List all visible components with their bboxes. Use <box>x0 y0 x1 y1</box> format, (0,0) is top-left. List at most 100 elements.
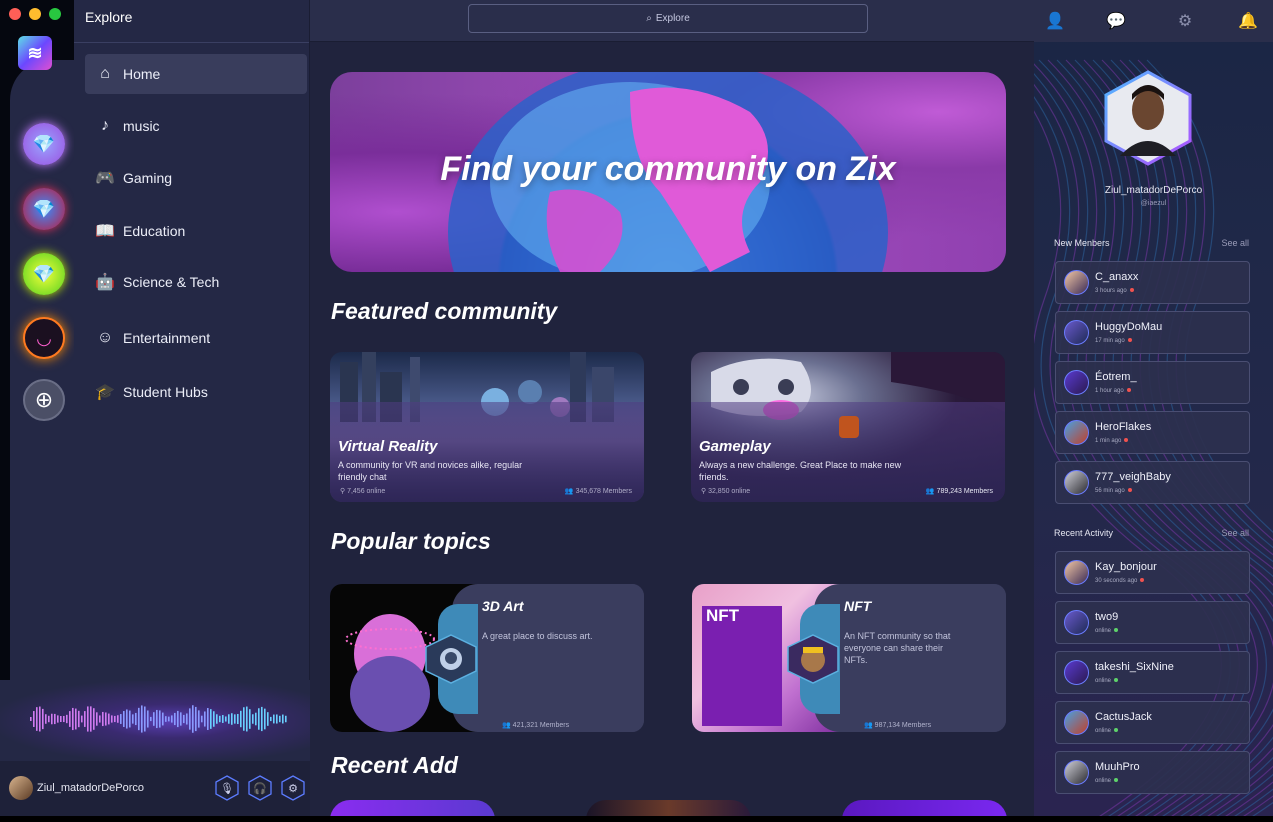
user-bar: Ziul_matadorDePorco 🎙 🎧 ⚙ <box>0 761 310 816</box>
waveform-bar <box>213 711 215 727</box>
waveform-bar <box>243 707 245 731</box>
close-window-button[interactable] <box>9 8 21 20</box>
member-avatar <box>1064 470 1089 495</box>
server-diamond-lime-icon[interactable]: 💎 <box>23 253 65 295</box>
minimize-window-button[interactable] <box>29 8 41 20</box>
user-avatar[interactable] <box>9 776 33 800</box>
sidebar-item-label: music <box>123 118 160 134</box>
member-status-text: online <box>1095 678 1112 684</box>
member-row[interactable]: C_anaxx 3 hours ago <box>1055 261 1250 304</box>
member-status-text: 30 seconds ago <box>1095 578 1138 584</box>
gamepad-icon: 🎮 <box>95 170 115 187</box>
waveform-bar <box>231 713 233 725</box>
sidebar-item-label: Entertainment <box>123 330 211 346</box>
waveform-bar <box>276 714 278 724</box>
waveform-bar <box>114 715 116 723</box>
recent-card[interactable] <box>330 800 495 816</box>
topic-panel <box>452 584 644 732</box>
member-status-text: online <box>1095 728 1112 734</box>
waveform-bar <box>282 714 284 724</box>
waveform-bar <box>66 714 68 724</box>
waveform-bar <box>216 714 218 724</box>
member-name: MuuhPro <box>1095 761 1140 773</box>
waveform-bar <box>267 712 269 726</box>
member-name: HuggyDoMau <box>1095 321 1163 333</box>
waveform-bar <box>48 715 50 723</box>
sidebar-divider <box>74 42 309 43</box>
member-status-text: 1 hour ago <box>1095 388 1124 394</box>
featured-card-gameplay[interactable]: Gameplay Always a new challenge. Great P… <box>691 352 1005 502</box>
member-row[interactable]: MuuhPro online <box>1055 751 1250 794</box>
bell-icon[interactable]: 🔔 <box>1237 10 1259 32</box>
members-count: 421,321 Members <box>512 722 570 729</box>
member-row[interactable]: 777_veighBaby 56 min ago <box>1055 461 1250 504</box>
waveform-bar <box>171 715 173 723</box>
waveform-bar <box>42 708 44 730</box>
member-status: 3 hours ago <box>1095 288 1134 294</box>
topic-card-nft[interactable]: NFT NFT An NFT community so that everyon… <box>692 584 1006 732</box>
user-settings-button[interactable]: ⚙ <box>281 775 305 801</box>
profile-name: Ziul_matadorDePorco <box>1104 185 1203 196</box>
waveform-bar <box>84 711 86 727</box>
server-diamond-purple-icon[interactable]: 💎 <box>23 123 65 165</box>
member-row[interactable]: two9 online <box>1055 601 1250 644</box>
server-diamond-blue-icon[interactable]: 💎 <box>23 188 65 230</box>
recent-activity-title: Recent Activity <box>1054 528 1114 538</box>
sidebar-item-entertainment[interactable]: ☺ Entertainment <box>85 318 307 358</box>
member-status-text: 3 hours ago <box>1095 288 1127 294</box>
sidebar-item-gaming[interactable]: 🎮 Gaming <box>85 158 307 198</box>
member-row[interactable]: takeshi_SixNine online <box>1055 651 1250 694</box>
maximize-window-button[interactable] <box>49 8 61 20</box>
waveform-bar <box>132 714 134 724</box>
featured-card-virtual-reality[interactable]: Virtual Reality A community for VR and n… <box>330 352 644 502</box>
waveform-bar <box>90 706 92 732</box>
sidebar-item-science-tech[interactable]: 🤖 Science & Tech <box>85 262 307 302</box>
waveform-bar <box>126 709 128 729</box>
waveform-bar <box>264 708 266 730</box>
sidebar-item-music[interactable]: ♪ music <box>85 106 307 146</box>
mic-button[interactable]: 🎙 <box>215 775 239 801</box>
headphones-button[interactable]: 🎧 <box>248 775 272 801</box>
member-status-text: online <box>1095 778 1112 784</box>
member-status: 30 seconds ago <box>1095 578 1145 584</box>
waveform-bar <box>39 706 41 732</box>
new-members-see-all-link[interactable]: See all <box>1221 238 1249 248</box>
chat-icon[interactable]: 💬 <box>1105 10 1127 32</box>
member-row[interactable]: CactusJack online <box>1055 701 1250 744</box>
sidebar-title: Explore <box>85 9 133 25</box>
member-status: online <box>1095 628 1119 634</box>
recent-activity-see-all-link[interactable]: See all <box>1221 528 1249 538</box>
waveform-bar <box>78 710 80 728</box>
member-name: HeroFlakes <box>1095 421 1152 433</box>
member-row[interactable]: HuggyDoMau 17 min ago <box>1055 311 1250 354</box>
waveform-bar <box>210 709 212 729</box>
member-row[interactable]: HeroFlakes 1 min ago <box>1055 411 1250 454</box>
profile-avatar[interactable] <box>1104 70 1192 166</box>
waveform-bar <box>117 715 119 723</box>
member-row[interactable]: Kay_bonjour 30 seconds ago <box>1055 551 1250 594</box>
sidebar-item-student-hubs[interactable]: 🎓 Student Hubs <box>85 372 307 412</box>
hero-banner[interactable]: Find your community on Zix <box>330 72 1006 272</box>
waveform-bar <box>102 711 104 727</box>
waveform-bar <box>150 716 152 722</box>
server-smiley-icon[interactable]: ◡ <box>23 317 65 359</box>
topic-card-3d-art[interactable]: 3D Art A great place to discuss art. 👥 4… <box>330 584 644 732</box>
audio-waveform <box>30 705 287 733</box>
member-status-text: online <box>1095 628 1112 634</box>
member-row[interactable]: Éotrem_ 1 hour ago <box>1055 361 1250 404</box>
user-icon[interactable]: 👤 <box>1044 10 1066 32</box>
waveform-bar <box>237 713 239 725</box>
sidebar-item-home[interactable]: ⌂ Home <box>85 54 307 94</box>
members-icon: 👥 <box>564 488 576 495</box>
waveform-bar <box>204 711 206 727</box>
recent-card[interactable] <box>586 800 751 816</box>
app-logo-icon[interactable]: ≋ <box>18 36 52 70</box>
add-server-plus-icon[interactable]: ⊕ <box>23 379 65 421</box>
sidebar-item-education[interactable]: 📖 Education <box>85 211 307 251</box>
waveform-bar <box>45 714 47 724</box>
waveform-bar <box>261 706 263 732</box>
recent-card[interactable] <box>842 800 1007 816</box>
status-dot <box>1129 288 1134 293</box>
gear-icon[interactable]: ⚙ <box>1174 10 1196 32</box>
search-input[interactable]: ⌕ Explore <box>468 4 868 33</box>
